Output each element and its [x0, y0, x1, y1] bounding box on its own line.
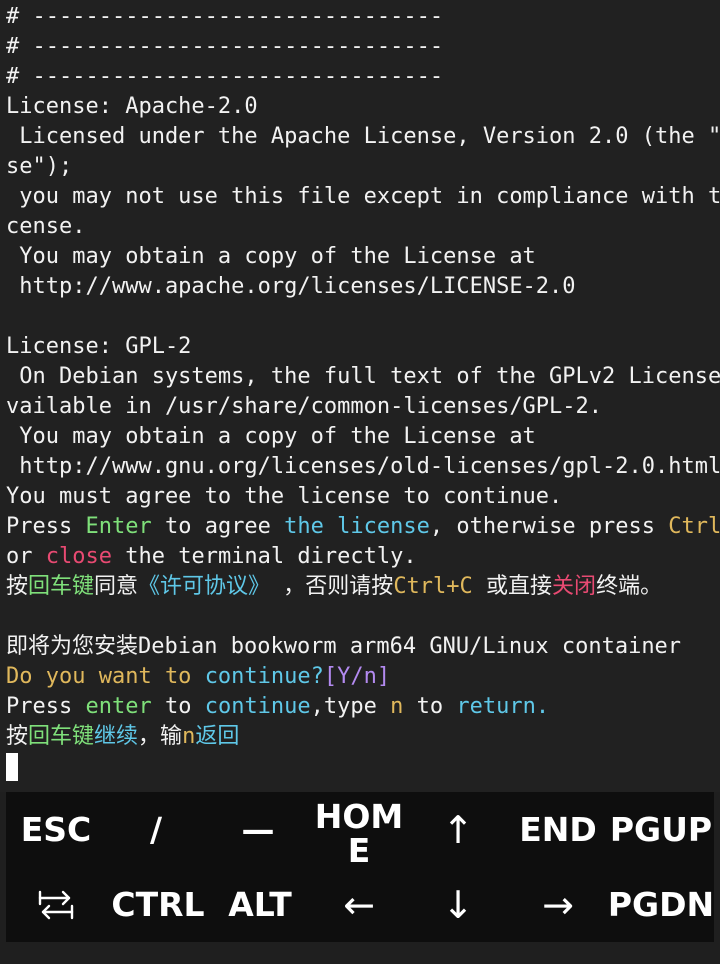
terminal-cursor — [6, 753, 18, 781]
license-text-line: you may not use this file except in comp… — [6, 184, 720, 209]
license-url-apache: http://www.apache.org/licenses/LICENSE-2… — [6, 274, 576, 299]
down-arrow-key[interactable]: ↓ — [408, 867, 508, 942]
close-terminal-line: or close the terminal directly. — [6, 542, 720, 572]
license-text-line: se"); — [6, 154, 73, 179]
enter-keyword: enter — [85, 694, 152, 719]
separator-line: # ------------------------------- — [6, 4, 444, 29]
cursor-line — [6, 752, 720, 782]
license-text-line: On Debian systems, the full text of the … — [6, 364, 720, 389]
right-arrow-key[interactable]: → — [508, 867, 608, 942]
text-segment: 按 — [6, 574, 29, 599]
text-segment: the terminal directly. — [111, 544, 417, 569]
continue-keyword: 继续 — [94, 724, 139, 749]
slash-key[interactable]: / — [106, 792, 206, 867]
text-segment: Press — [6, 514, 86, 539]
yn-option: [Y/n] — [323, 664, 391, 689]
text-segment: or — [6, 544, 46, 569]
text-segment: ，输 — [138, 724, 183, 749]
alt-key[interactable]: ALT — [210, 867, 310, 942]
cn-continue-prompt-line: 按回车键继续，输n返回 — [6, 722, 720, 752]
continue-keyword: continue — [204, 694, 311, 719]
tab-icon — [38, 890, 74, 919]
text-segment: Press — [6, 694, 86, 719]
text-segment: to — [151, 694, 205, 719]
end-key[interactable]: END — [508, 792, 608, 867]
pgup-key[interactable]: PGUP — [608, 792, 714, 867]
separator-line: # ------------------------------- — [6, 34, 444, 59]
enter-keyword: 回车键 — [28, 724, 95, 749]
terminal-output[interactable]: # ------------------------------- # ----… — [0, 0, 720, 792]
license-keyword: the license — [284, 514, 430, 539]
text-segment: , otherwise press — [429, 514, 669, 539]
n-keyword: n — [390, 694, 404, 719]
license-header-gpl: License: GPL-2 — [6, 334, 192, 359]
license-header-apache: License: Apache-2.0 — [6, 94, 258, 119]
return-keyword: return. — [456, 694, 550, 719]
text-segment: 终端。 — [596, 574, 663, 599]
license-url-gpl: http://www.gnu.org/licenses/old-licenses… — [6, 454, 720, 479]
license-text-line: You may obtain a copy of the License at — [6, 424, 536, 449]
license-text-line: cense. — [6, 214, 86, 239]
text-segment: 同意 — [94, 574, 139, 599]
close-keyword: close — [45, 544, 112, 569]
ctrl-c-keyword: Ctrl + C — [668, 514, 720, 539]
text-segment: to agree — [151, 514, 285, 539]
license-keyword: 《许可协议》 — [138, 574, 271, 599]
install-notice: 即将为您安装Debian bookworm arm64 GNU/Linux co… — [6, 634, 682, 659]
text-segment: Do you want to — [6, 664, 205, 689]
up-arrow-key[interactable]: ↑ — [408, 792, 508, 867]
continue-prompt-line: Press enter to continue,type n to return… — [6, 692, 720, 722]
separator-line: # ------------------------------- — [6, 64, 444, 89]
extra-keys-bar: ESC / — HOME ↑ END PGUP CTRL ALT ← ↓ → P… — [6, 792, 714, 942]
pgdn-key[interactable]: PGDN — [608, 867, 714, 942]
text-segment: to — [403, 694, 457, 719]
home-key[interactable]: HOME — [310, 792, 408, 868]
license-text-line: Licensed under the Apache License, Versi… — [6, 124, 720, 149]
license-text-line: vailable in /usr/share/common-licenses/G… — [6, 394, 603, 419]
enter-keyword: Enter — [85, 514, 152, 539]
n-keyword: n — [182, 724, 196, 749]
cn-press-enter-line: 按回车键同意《许可协议》 ，否则请按Ctrl+C 或直接关闭终端。 — [6, 572, 720, 602]
continue-keyword: continue? — [204, 664, 324, 689]
text-segment: 或直接 — [472, 574, 553, 599]
dash-key[interactable]: — — [206, 792, 310, 867]
left-arrow-key[interactable]: ← — [310, 867, 408, 942]
text-segment: ,type — [310, 694, 391, 719]
bottom-strip — [0, 942, 720, 964]
press-enter-line: Press Enter to agree the license, otherw… — [6, 512, 720, 542]
ctrl-c-keyword: Ctrl+C — [393, 574, 473, 599]
return-keyword: 返回 — [195, 724, 240, 749]
tab-key[interactable] — [6, 867, 106, 942]
text-segment: ，否则请按 — [270, 574, 394, 599]
close-keyword: 关闭 — [552, 574, 597, 599]
text-segment: 按 — [6, 724, 29, 749]
enter-keyword: 回车键 — [28, 574, 95, 599]
agree-notice: You must agree to the license to continu… — [6, 484, 563, 509]
esc-key[interactable]: ESC — [6, 792, 106, 867]
ctrl-key[interactable]: CTRL — [106, 867, 210, 942]
continue-question: Do you want to continue?[Y/n] — [6, 662, 720, 692]
license-text-line: You may obtain a copy of the License at — [6, 244, 536, 269]
